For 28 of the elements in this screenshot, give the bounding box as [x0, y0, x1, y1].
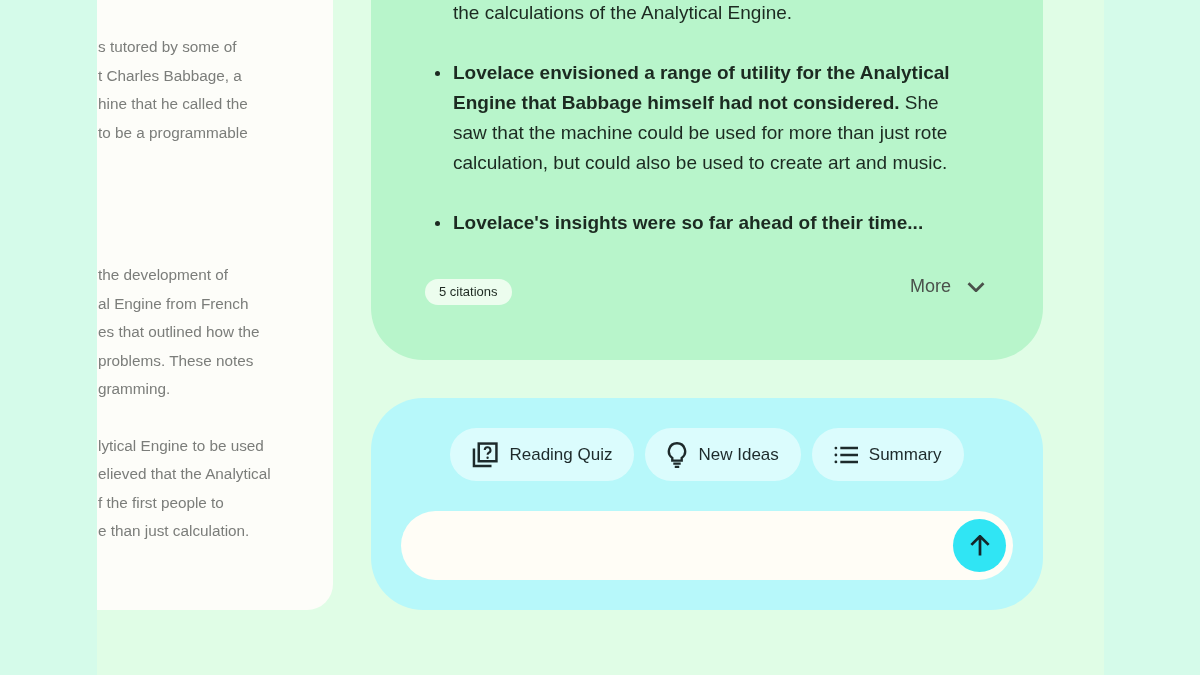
document-text: f the first people to — [98, 492, 224, 513]
list-icon — [833, 445, 858, 464]
suggestion-chip[interactable]: New Ideas — [645, 428, 801, 481]
document-text: es that outlined how the — [98, 322, 260, 342]
document-text: s tutored by some of — [98, 37, 237, 57]
lightbulb-icon — [667, 441, 688, 468]
document-text: hine that he called the — [98, 94, 248, 114]
more-button[interactable]: More — [910, 276, 985, 297]
citations-chip[interactable]: 5 citations — [425, 278, 512, 305]
suggestion-chip[interactable]: Summary — [811, 428, 964, 481]
question-square-icon — [472, 441, 499, 468]
document-text: to be a programmable — [98, 122, 248, 143]
response-text: Lovelace's insights were so far ahead of their time... — [453, 211, 925, 235]
document-text: e than just calculation. — [98, 521, 250, 541]
response-text: the calculations of the Analytical Engine. — [453, 1, 794, 25]
bullet-icon — [435, 221, 440, 226]
document-text: problems. These notes — [98, 350, 254, 371]
chevron-down-icon — [967, 281, 985, 292]
response-text: Lovelace envisioned a range of utility for the Analytical Engine that Babbage himself had not considered. She saw that the machine could be used for more than just rote calculation, but could also be used to create art and music. — [453, 61, 951, 175]
document-text: lytical Engine to be used — [98, 435, 264, 456]
document-text: the development of — [98, 265, 229, 285]
arrow-up-icon — [969, 535, 990, 556]
bullet-icon — [435, 71, 440, 76]
document-text: elieved that the Analytical — [98, 464, 271, 484]
document-text: al Engine from French — [98, 293, 249, 314]
document-text: gramming. — [98, 379, 171, 399]
suggestion-chip[interactable]: Reading Quiz — [450, 428, 635, 481]
document-text: t Charles Babbage, a — [98, 65, 242, 86]
